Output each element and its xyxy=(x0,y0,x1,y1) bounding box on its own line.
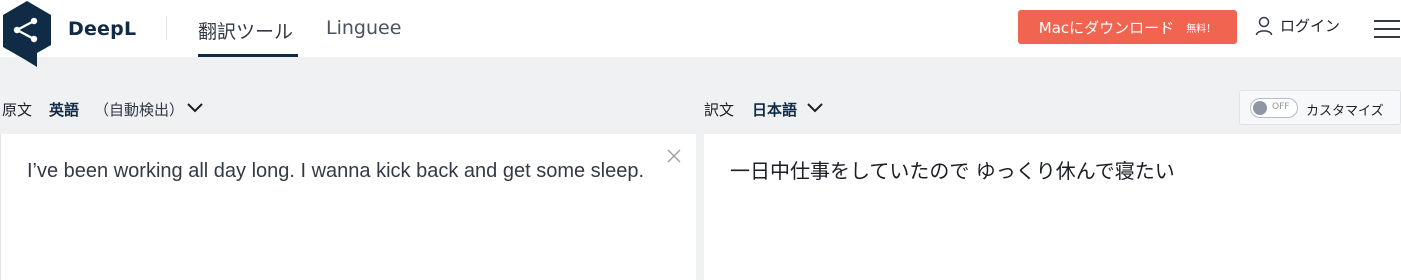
customize-label: カスタマイズ xyxy=(1306,104,1384,119)
close-icon[interactable] xyxy=(667,149,681,163)
customize-button[interactable]: OFF カスタマイズ xyxy=(1239,90,1401,125)
target-text-panel[interactable]: 一日中仕事をしていたので ゆっくり休んで寝たい xyxy=(704,134,1401,280)
deepl-logo-icon[interactable] xyxy=(1,1,53,67)
toggle-knob xyxy=(1253,101,1267,115)
top-navigation-bar: DeepL 翻訳ツール Linguee Macにダウンロード 無料！ ログイン xyxy=(0,0,1401,67)
source-bar-label: 原文 xyxy=(2,101,33,119)
nav-divider xyxy=(166,16,167,40)
login-label: ログイン xyxy=(1280,17,1341,35)
download-mac-button[interactable]: Macにダウンロード 無料！ xyxy=(1018,10,1237,44)
user-icon xyxy=(1255,16,1273,35)
download-button-label: Macにダウンロード xyxy=(1038,18,1175,37)
chevron-down-icon[interactable] xyxy=(806,101,824,115)
source-language-selector[interactable]: 英語 xyxy=(49,99,79,120)
translation-output[interactable]: 一日中仕事をしていたので ゆっくり休んで寝たい xyxy=(730,154,1370,188)
active-tab-indicator xyxy=(198,54,298,57)
brand-name[interactable]: DeepL xyxy=(68,18,136,40)
source-text-input[interactable]: I’ve been working all day long. I wanna … xyxy=(27,154,672,188)
target-language-selector[interactable]: 日本語 xyxy=(752,99,797,120)
customize-toggle[interactable]: OFF xyxy=(1250,98,1298,118)
nav-tab-translator[interactable]: 翻訳ツール xyxy=(198,17,293,44)
toggle-state-label: OFF xyxy=(1272,102,1290,112)
hamburger-menu-icon[interactable] xyxy=(1374,18,1400,40)
auto-detect-label[interactable]: （自動検出） xyxy=(94,99,184,120)
login-button[interactable]: ログイン xyxy=(1255,15,1340,36)
source-text-panel[interactable]: I’ve been working all day long. I wanna … xyxy=(0,134,696,280)
nav-tab-linguee[interactable]: Linguee xyxy=(326,17,401,39)
free-badge: 無料！ xyxy=(1186,23,1217,35)
target-bar-label: 訳文 xyxy=(704,101,735,119)
chevron-down-icon[interactable] xyxy=(186,101,204,115)
